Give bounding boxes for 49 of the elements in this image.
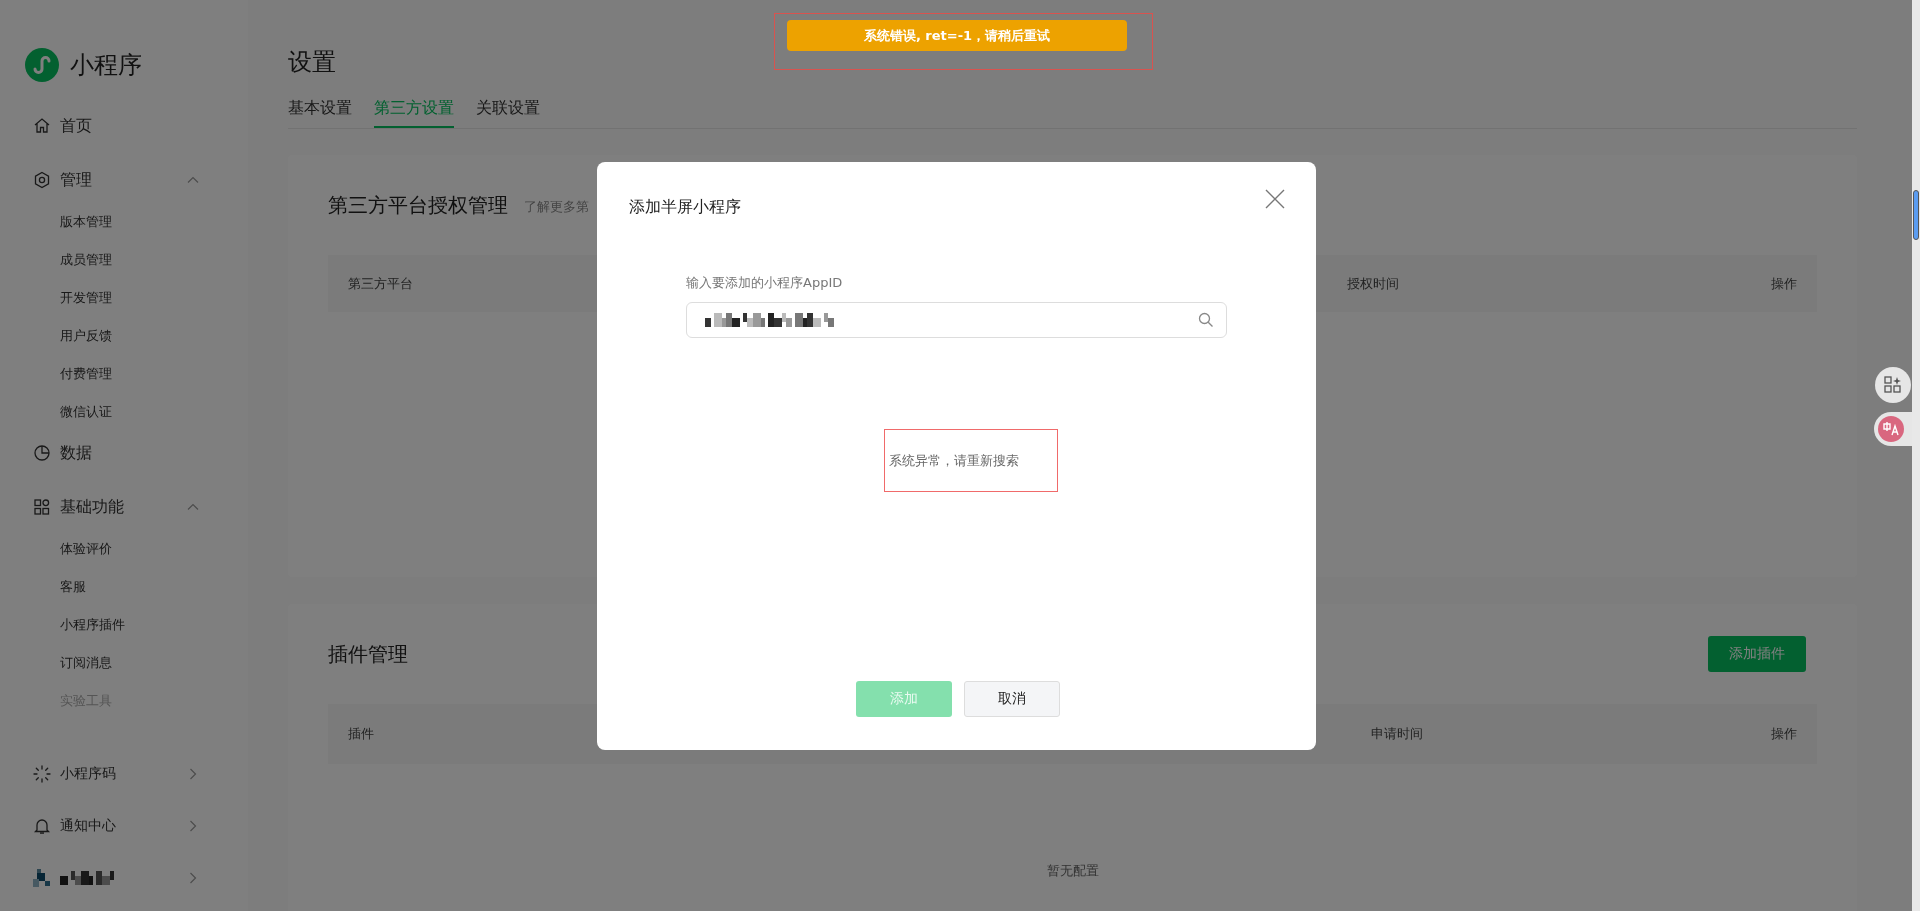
error-toast: 系统错误, ret=-1，请稍后重试 [787, 20, 1127, 51]
nav-subitem[interactable]: 付费管理 [0, 355, 200, 393]
nav-subitem[interactable]: 小程序插件 [0, 606, 200, 644]
nav-item[interactable]: 首页 [0, 107, 200, 145]
apps-icon [1884, 376, 1902, 394]
column-header: 第三方平台 [348, 274, 413, 293]
nav-item[interactable]: 通知中心 [0, 807, 200, 845]
page-title: 设置 [288, 47, 336, 78]
close-icon [1265, 189, 1285, 209]
pie-chart-icon [33, 444, 51, 462]
home-icon [33, 117, 51, 135]
nav-subitem[interactable]: 成员管理 [0, 241, 200, 279]
nav-item[interactable]: 小程序码 [0, 755, 200, 793]
column-header: 申请时间 [1371, 725, 1423, 743]
error-message: 系统异常，请重新搜索 [889, 451, 1019, 470]
help-link[interactable]: 了解更多第 [524, 198, 589, 216]
field-label: 输入要添加的小程序AppID [686, 274, 843, 292]
nav-subitem[interactable]: 微信认证 [0, 393, 200, 431]
app-name: 小程序 [70, 50, 142, 81]
sparkle-icon [33, 765, 51, 783]
empty-state-text: 暂无配置 [1045, 862, 1100, 880]
nav-subitem[interactable]: 用户反馈 [0, 317, 200, 355]
nav-subitem[interactable]: 体验评价 [0, 530, 200, 568]
appid-input-field[interactable] [686, 302, 1227, 338]
tab[interactable]: 基本设置 [288, 90, 352, 128]
search-icon [1198, 312, 1214, 328]
column-header: 操作 [1771, 274, 1797, 293]
column-header: 操作 [1771, 725, 1797, 743]
nav-subitem[interactable]: 开发管理 [0, 279, 200, 317]
translate-icon [1878, 416, 1904, 442]
nav-subitem[interactable]: 订阅消息 [0, 644, 200, 682]
section-title: 插件管理 [328, 640, 408, 668]
section-title: 第三方平台授权管理 [328, 191, 508, 219]
nav-item[interactable]: 基础功能 [0, 488, 200, 526]
avatar-icon [33, 869, 51, 887]
logo-icon [25, 48, 59, 82]
scrollbar-thumb[interactable] [1913, 190, 1919, 240]
nav-item[interactable]: 数据 [0, 434, 200, 472]
hexagon-icon [33, 171, 51, 189]
bell-icon [33, 817, 51, 835]
column-header: 授权时间 [1347, 274, 1399, 293]
nav-item[interactable]: 管理 [0, 161, 200, 199]
nav-subitem[interactable]: 版本管理 [0, 203, 200, 241]
dialog-title: 添加半屏小程序 [629, 196, 741, 217]
tab[interactable]: 关联设置 [476, 90, 540, 128]
grid-icon [33, 498, 51, 516]
nav-subitem[interactable]: 客服 [0, 568, 200, 606]
column-header: 插件 [348, 725, 374, 743]
cancel-button[interactable]: 取消 [963, 681, 1060, 717]
